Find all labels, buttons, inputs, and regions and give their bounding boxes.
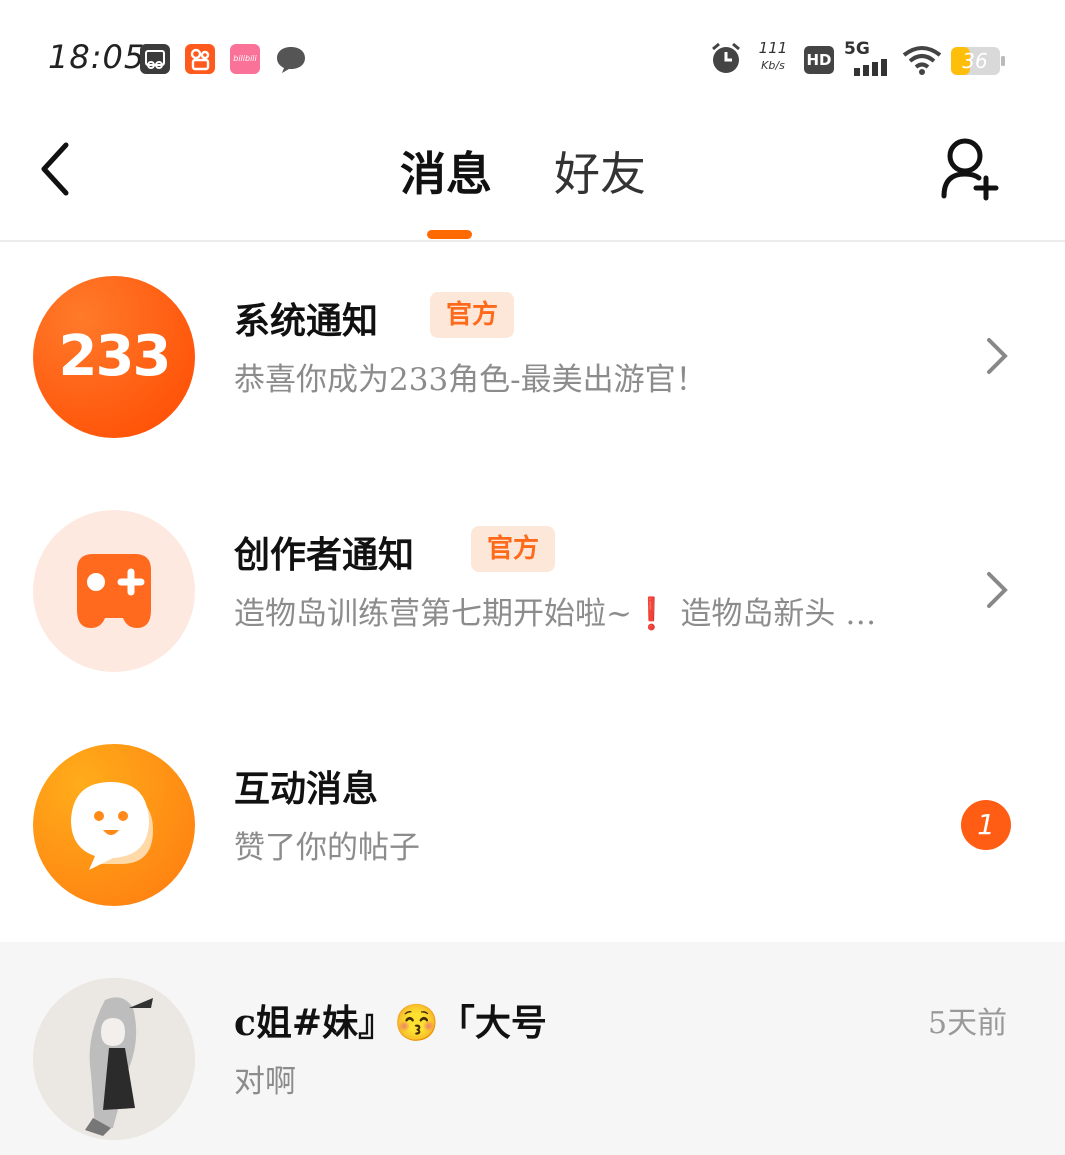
tab-messages[interactable]: 消息 [400,138,492,204]
row-subtitle: 恭喜你成为233角色-最美出游官！ [234,362,707,398]
chat-username: c姐#妹』😚「大号 [234,1002,547,1044]
status-time: 18:05 [48,38,146,76]
chat-last-message: 对啊 [234,1064,296,1100]
add-user-icon [941,138,999,201]
row-title: 互动消息 [234,768,379,810]
battery-icon: 36 [950,46,1006,80]
chat-time: 5天前 [928,1006,1008,1041]
list-item-interactions[interactable]: 互动消息 赞了你的帖子 1 [0,708,1065,942]
net-speed-unit: Kb/s [761,59,785,72]
bilibili-app-icon: bilibili [230,44,260,74]
net-speed-value: 111 [758,39,788,57]
top-navigation: 消息 好友 [0,110,1065,242]
avatar-233-label: 233 [58,324,172,389]
official-badge: 官方 [471,526,556,572]
smile-bubble-icon [71,782,153,870]
chevron-right-icon [984,570,1010,614]
signal-indicator: 5G [844,40,892,80]
system-notice-avatar: 233 [33,276,195,438]
chevron-right-icon [984,336,1010,380]
status-bar: 18:05 bilibili 111 Kb/s HD 5G 36 [0,0,1065,110]
hd-badge: HD [804,46,834,74]
row-subtitle: 造物岛训练营第七期开始啦~❗ 造物岛新头 … [234,596,877,632]
row-subtitle: 赞了你的帖子 [234,830,420,866]
gamepad-icon [77,554,151,628]
tab-friends[interactable]: 好友 [554,138,646,204]
creator-notice-avatar [33,510,195,672]
net-speed: 111 Kb/s [758,40,788,76]
alarm-icon [708,40,744,80]
row-title: 系统通知 [234,300,379,342]
list-item-system-notice[interactable]: 233 系统通知 官方 恭喜你成为233角色-最美出游官！ [0,240,1065,474]
wifi-icon [902,44,942,80]
active-tab-indicator [427,230,472,239]
network-type: 5G [844,39,870,59]
kuaishou-app-icon [185,44,215,74]
row-title: 创作者通知 [234,534,415,576]
official-badge: 官方 [430,292,515,338]
screenshot-app-icon [140,44,170,74]
add-friend-button[interactable] [938,136,1002,206]
list-item-creator-notice[interactable]: 创作者通知 官方 造物岛训练营第七期开始啦~❗ 造物岛新头 … [0,474,1065,708]
user-avatar [33,978,195,1140]
anime-character-avatar-image [33,978,195,1140]
unread-count-badge: 1 [961,800,1011,850]
chat-bubble-icon [275,44,305,74]
bilibili-label: bilibili [233,54,257,63]
list-item-chat[interactable]: c姐#妹』😚「大号 5天前 对啊 [0,942,1065,1155]
interactions-avatar [33,744,195,906]
battery-level: 36 [962,49,988,73]
back-button[interactable] [36,140,74,202]
signal-bars-icon [854,59,887,76]
